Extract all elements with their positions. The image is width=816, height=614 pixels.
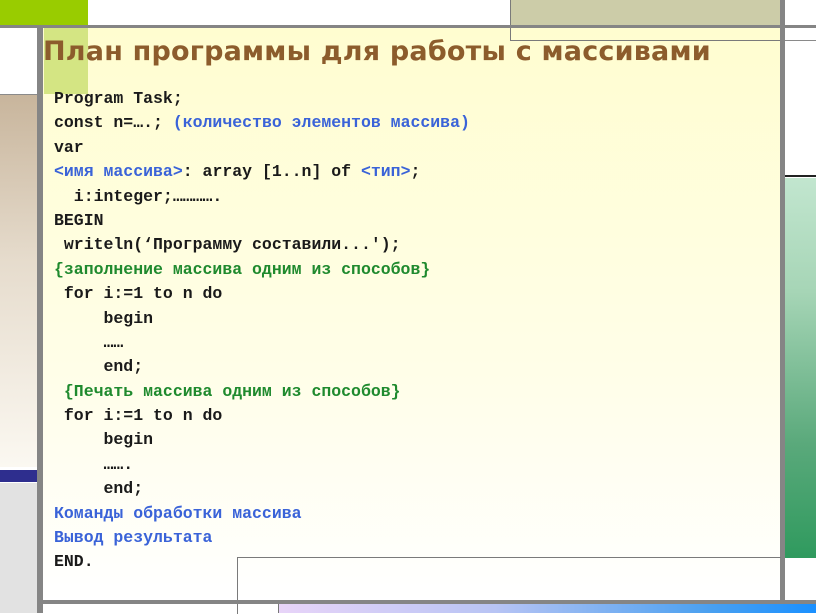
code-text: Program Task; (54, 89, 183, 108)
slide-title: План программы для работы с массивами (43, 36, 711, 67)
code-line: for i:=1 to n do (54, 404, 470, 428)
right-green-gradient-bar (785, 178, 816, 558)
code-line: {заполнение массива одним из способов} (54, 258, 470, 282)
code-text: ……. (54, 454, 134, 474)
code-placeholder: <тип> (360, 162, 411, 182)
code-text: ; (410, 162, 421, 182)
bottom-blue-gradient-bar (278, 604, 816, 613)
code-placeholder: Команды обработки массива (54, 503, 302, 523)
code-line: Program Task; (54, 87, 470, 111)
code-line: begin (54, 307, 470, 331)
code-line: ……. (54, 453, 470, 477)
code-text: const n=….; (54, 113, 173, 133)
code-text: BEGIN (54, 210, 104, 230)
lime-corner-block (0, 0, 88, 25)
code-line: Вывод результата (54, 526, 470, 550)
code-line: …… (54, 331, 470, 355)
code-text: i:integer;…………. (54, 186, 223, 206)
left-frame-bar (37, 28, 43, 613)
code-line: end; (54, 477, 470, 501)
code-text: …… (54, 332, 124, 352)
code-text: begin (54, 430, 154, 450)
right-frame-thin-line (780, 40, 816, 41)
code-text: var (54, 137, 84, 157)
code-line: Команды обработки массива (54, 502, 470, 526)
code-line: const n=….; (количество элементов массив… (54, 111, 470, 135)
code-text: : array [1..n] of (182, 162, 361, 182)
code-text: writeln(‘Программу составили...'); (54, 235, 401, 255)
code-line: end; (54, 355, 470, 379)
left-white-block (0, 28, 37, 95)
code-text: end; (54, 479, 144, 499)
code-text: for i:=1 to n do (54, 406, 223, 426)
code-line: {Печать массива одним из способов} (54, 380, 470, 404)
code-comment: {Печать массива одним из способов} (54, 381, 401, 401)
left-gray-block (0, 483, 37, 613)
right-black-divider (785, 175, 816, 177)
code-line: END. (54, 550, 470, 574)
code-text: end; (54, 357, 144, 377)
left-tan-gradient-bar (0, 95, 37, 467)
left-navy-stripe (0, 470, 37, 482)
code-line: BEGIN (54, 209, 470, 233)
code-comment: {заполнение массива одним из способов} (54, 259, 431, 279)
code-listing: Program Task; const n=….; (количество эле… (54, 87, 470, 575)
code-line: for i:=1 to n do (54, 282, 470, 306)
code-placeholder: <имя массива> (54, 162, 183, 182)
code-placeholder: (количество элементов массива) (172, 113, 470, 133)
code-text: begin (54, 308, 154, 328)
code-line: i:integer;…………. (54, 185, 470, 209)
code-text: END. (54, 552, 94, 572)
code-text: for i:=1 to n do (54, 284, 223, 304)
gray-header-block (510, 0, 782, 27)
code-line: begin (54, 428, 470, 452)
code-line: writeln(‘Программу составили...'); (54, 233, 470, 257)
code-line: <имя массива>: array [1..n] of <тип>; (54, 160, 470, 184)
code-line: var (54, 136, 470, 160)
code-placeholder: Вывод результата (54, 528, 213, 548)
